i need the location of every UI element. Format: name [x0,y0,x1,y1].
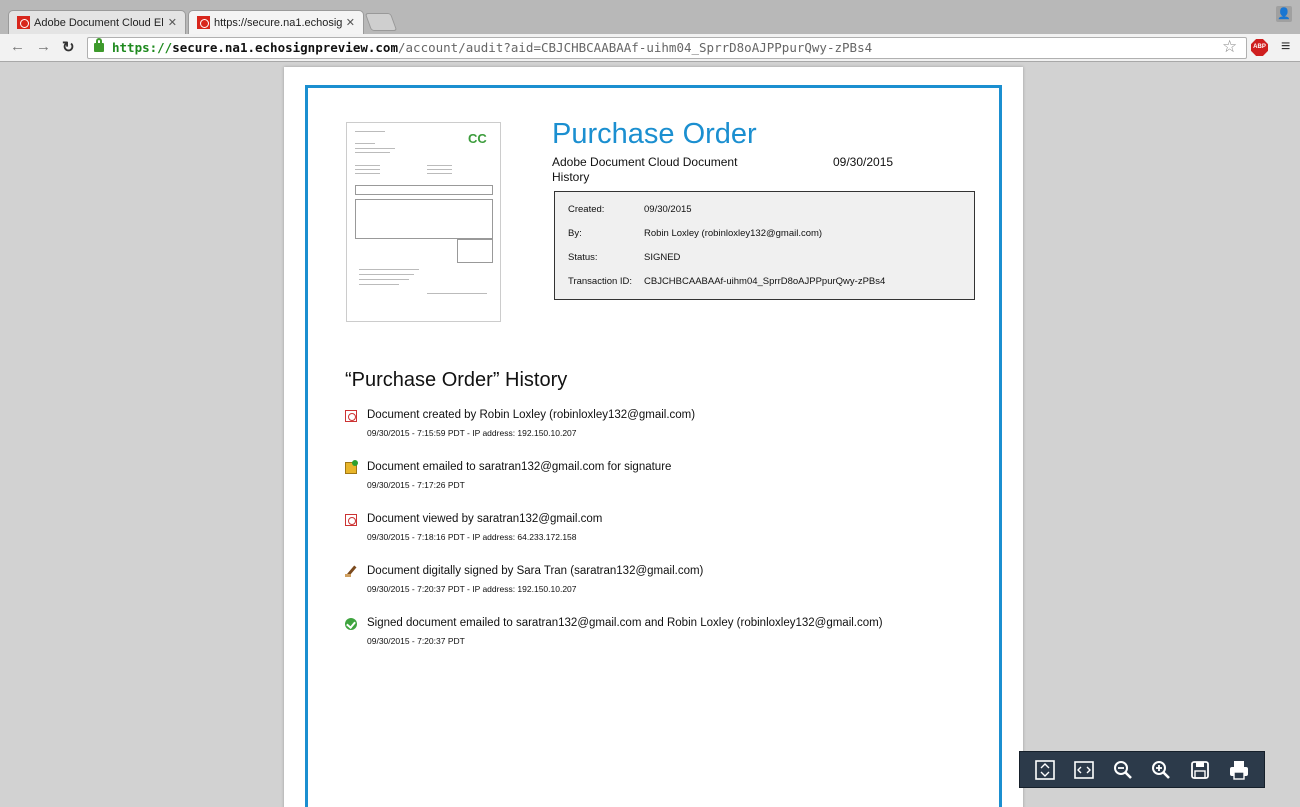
event-text: Signed document emailed to saratran132@g… [367,617,883,629]
info-row-status: Status: SIGNED [568,252,681,263]
lock-icon [94,38,104,52]
print-icon [1229,760,1248,780]
cc-logo: CC [468,131,487,146]
url-scheme: https:// [112,40,173,55]
pdf-viewer-toolbar [1019,751,1265,788]
info-row-created: Created: 09/30/2015 [568,204,692,215]
event-text: Document digitally signed by Sara Tran (… [367,565,704,577]
event-meta: 09/30/2015 - 7:17:26 PDT [367,480,465,490]
history-heading: “Purchase Order” History [345,369,568,391]
info-row-by: By: Robin Loxley (robinloxley132@gmail.co… [568,228,823,239]
fit-page-button[interactable] [1030,755,1060,785]
pdf-icon [345,410,357,422]
event-meta: 09/30/2015 - 7:20:37 PDT - IP address: 1… [367,584,577,594]
document-date: 09/30/2015 [833,155,894,169]
print-button[interactable] [1224,755,1254,785]
audit-report-frame: CC Purchase Order Adobe Document Cloud D… [305,85,1002,807]
event-meta: 09/30/2015 - 7:18:16 PDT - IP address: 6… [367,532,577,542]
adblock-icon[interactable]: ABP [1251,39,1268,56]
reload-icon[interactable]: ↻ [62,38,75,56]
profile-icon[interactable]: 👤 [1276,6,1292,22]
close-tab-icon[interactable]: ✕ [168,16,177,29]
fit-width-icon [1074,760,1094,779]
fit-width-button[interactable] [1069,755,1099,785]
url-host: secure.na1.echosignpreview.com [172,40,398,55]
bookmark-star-icon[interactable]: ☆ [1222,37,1237,57]
tab-title: Adobe Document Cloud Ele [34,16,164,29]
pdf-favicon-icon [17,16,30,29]
zoom-out-button[interactable] [1108,755,1138,785]
tab-title: https://secure.na1.echosig [214,16,342,29]
zoom-in-button[interactable] [1146,755,1176,785]
back-arrow-icon[interactable]: ← [10,38,25,55]
document-subtitle: Adobe Document Cloud Document History [552,155,738,184]
zoom-out-icon [1113,760,1132,779]
pdf-icon [345,514,357,526]
document-thumbnail[interactable]: CC [346,122,501,322]
transaction-info-box: Created: 09/30/2015 By: Robin Loxley (robi… [554,191,975,300]
pdf-page: CC Purchase Order Adobe Document Cloud D… [284,67,1023,807]
save-icon [1191,760,1209,779]
pdf-favicon-icon [197,16,210,29]
check-circle-icon [345,618,357,630]
event-text: Document emailed to saratran132@gmail.co… [367,461,672,473]
info-row-transaction-id: Transaction ID: CBJCHBCAABAAf-uihm04_Sprr… [568,276,886,287]
fit-page-icon [1035,759,1056,780]
new-tab-button[interactable] [364,13,398,31]
event-meta: 09/30/2015 - 7:20:37 PDT [367,636,465,646]
menu-icon[interactable]: ≡ [1281,38,1290,56]
tab-echosign-audit[interactable]: https://secure.na1.echosig ✕ [188,10,364,34]
url-path: /account/audit?aid=CBJCHBCAABAAf-uihm04_… [398,40,873,55]
document-title: Purchase Order [552,118,757,150]
event-meta: 09/30/2015 - 7:15:59 PDT - IP address: 1… [367,428,577,438]
browser-tab-strip: Adobe Document Cloud Ele ✕ https://secur… [0,0,1300,34]
forward-arrow-icon[interactable]: → [36,38,51,55]
close-tab-icon[interactable]: ✕ [346,16,355,29]
save-button[interactable] [1185,755,1215,785]
zoom-in-icon [1152,760,1171,779]
tab-adobe-document-cloud[interactable]: Adobe Document Cloud Ele ✕ [8,10,186,34]
browser-toolbar: ← → ↻ https://secure.na1.echosignpreview… [0,34,1300,62]
email-icon [345,460,358,474]
address-bar[interactable]: https://secure.na1.echosignpreview.com/a… [87,37,1247,59]
event-text: Document created by Robin Loxley (robinl… [367,409,696,421]
signature-pen-icon [345,566,357,578]
event-text: Document viewed by saratran132@gmail.com [367,513,603,525]
